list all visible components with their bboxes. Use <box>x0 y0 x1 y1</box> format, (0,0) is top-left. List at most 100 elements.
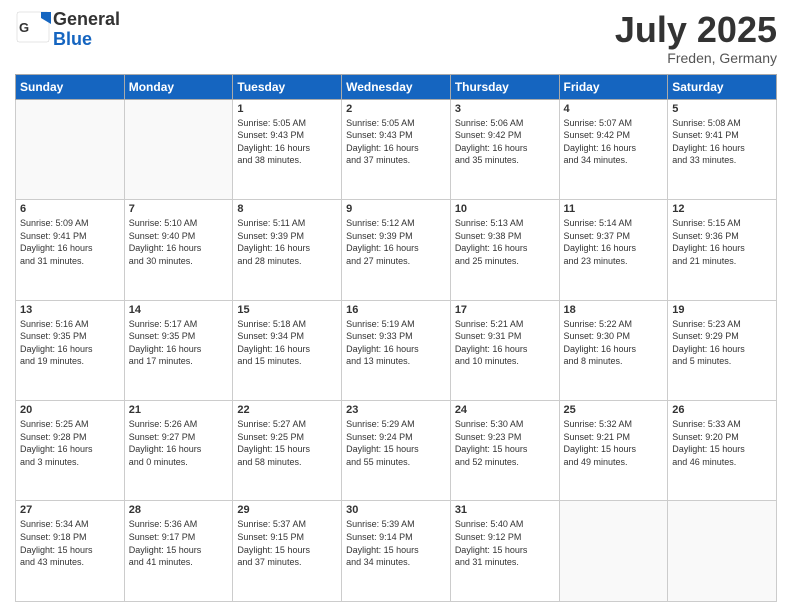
calendar-cell: 21Sunrise: 5:26 AM Sunset: 9:27 PM Dayli… <box>124 401 233 501</box>
month-title: July 2025 <box>615 10 777 50</box>
calendar-cell <box>668 501 777 602</box>
day-number: 11 <box>564 203 664 215</box>
header: G General Blue July 2025 Freden, Germany <box>15 10 777 66</box>
logo-text: General Blue <box>53 10 120 50</box>
day-info: Sunrise: 5:30 AM Sunset: 9:23 PM Dayligh… <box>455 418 555 468</box>
day-info: Sunrise: 5:27 AM Sunset: 9:25 PM Dayligh… <box>237 418 337 468</box>
calendar-week-row: 1 Sunrise: 5:05 AM Sunset: 9:43 PM Daylig… <box>16 99 777 199</box>
day-info: Sunrise: 5:05 AM Sunset: 9:43 PM Dayligh… <box>346 117 446 167</box>
day-header-sunday: Sunday <box>16 74 125 99</box>
calendar-cell: 6 Sunrise: 5:09 AM Sunset: 9:41 PM Daylig… <box>16 200 125 300</box>
day-number: 2 <box>346 103 446 115</box>
day-header-saturday: Saturday <box>668 74 777 99</box>
calendar-cell <box>16 99 125 199</box>
calendar-cell: 17 Sunrise: 5:21 AM Sunset: 9:31 PM Dayli… <box>450 300 559 400</box>
calendar-cell: 27 Sunrise: 5:34 AM Sunset: 9:18 PM Dayli… <box>16 501 125 602</box>
calendar-cell: 1 Sunrise: 5:05 AM Sunset: 9:43 PM Daylig… <box>233 99 342 199</box>
calendar-cell: 25 Sunrise: 5:32 AM Sunset: 9:21 PM Dayli… <box>559 401 668 501</box>
day-info: Sunrise: 5:37 AM Sunset: 9:15 PM Dayligh… <box>237 518 337 568</box>
day-number: 22 <box>237 404 337 416</box>
day-info: Sunrise: 5:12 AM Sunset: 9:39 PM Dayligh… <box>346 217 446 267</box>
day-number: 1 <box>237 103 337 115</box>
calendar-cell <box>559 501 668 602</box>
day-number: 25 <box>564 404 664 416</box>
day-number: 10 <box>455 203 555 215</box>
day-number: 27 <box>20 504 120 516</box>
day-header-thursday: Thursday <box>450 74 559 99</box>
day-number: 17 <box>455 304 555 316</box>
day-info: Sunrise: 5:06 AM Sunset: 9:42 PM Dayligh… <box>455 117 555 167</box>
day-number: 18 <box>564 304 664 316</box>
calendar-cell: 10Sunrise: 5:13 AM Sunset: 9:38 PM Dayli… <box>450 200 559 300</box>
day-info: Sunrise: 5:33 AM Sunset: 9:20 PM Dayligh… <box>672 418 772 468</box>
title-block: July 2025 Freden, Germany <box>615 10 777 66</box>
day-info: Sunrise: 5:26 AM Sunset: 9:27 PM Dayligh… <box>129 418 229 468</box>
calendar-cell: 15Sunrise: 5:18 AM Sunset: 9:34 PM Dayli… <box>233 300 342 400</box>
calendar-week-row: 27 Sunrise: 5:34 AM Sunset: 9:18 PM Dayli… <box>16 501 777 602</box>
calendar-cell: 7Sunrise: 5:10 AM Sunset: 9:40 PM Daylig… <box>124 200 233 300</box>
calendar-cell: 26Sunrise: 5:33 AM Sunset: 9:20 PM Dayli… <box>668 401 777 501</box>
day-info: Sunrise: 5:22 AM Sunset: 9:30 PM Dayligh… <box>564 318 664 368</box>
day-info: Sunrise: 5:07 AM Sunset: 9:42 PM Dayligh… <box>564 117 664 167</box>
day-number: 29 <box>237 504 337 516</box>
calendar-cell: 8 Sunrise: 5:11 AM Sunset: 9:39 PM Daylig… <box>233 200 342 300</box>
day-number: 31 <box>455 504 555 516</box>
day-info: Sunrise: 5:21 AM Sunset: 9:31 PM Dayligh… <box>455 318 555 368</box>
logo: G General Blue <box>15 10 120 50</box>
logo-blue-text: Blue <box>53 30 120 50</box>
calendar-cell: 30Sunrise: 5:39 AM Sunset: 9:14 PM Dayli… <box>342 501 451 602</box>
logo-general-text: General <box>53 10 120 30</box>
day-info: Sunrise: 5:23 AM Sunset: 9:29 PM Dayligh… <box>672 318 772 368</box>
day-info: Sunrise: 5:40 AM Sunset: 9:12 PM Dayligh… <box>455 518 555 568</box>
day-number: 19 <box>672 304 772 316</box>
calendar-cell: 28 Sunrise: 5:36 AM Sunset: 9:17 PM Dayli… <box>124 501 233 602</box>
day-info: Sunrise: 5:34 AM Sunset: 9:18 PM Dayligh… <box>20 518 120 568</box>
day-header-wednesday: Wednesday <box>342 74 451 99</box>
day-info: Sunrise: 5:11 AM Sunset: 9:39 PM Dayligh… <box>237 217 337 267</box>
calendar-cell: 13 Sunrise: 5:16 AM Sunset: 9:35 PM Dayli… <box>16 300 125 400</box>
day-info: Sunrise: 5:32 AM Sunset: 9:21 PM Dayligh… <box>564 418 664 468</box>
calendar-cell: 31 Sunrise: 5:40 AM Sunset: 9:12 PM Dayli… <box>450 501 559 602</box>
calendar-cell: 9 Sunrise: 5:12 AM Sunset: 9:39 PM Daylig… <box>342 200 451 300</box>
calendar-cell: 5 Sunrise: 5:08 AM Sunset: 9:41 PM Daylig… <box>668 99 777 199</box>
calendar-cell <box>124 99 233 199</box>
day-info: Sunrise: 5:14 AM Sunset: 9:37 PM Dayligh… <box>564 217 664 267</box>
calendar-cell: 29 Sunrise: 5:37 AM Sunset: 9:15 PM Dayli… <box>233 501 342 602</box>
calendar-cell: 4Sunrise: 5:07 AM Sunset: 9:42 PM Daylig… <box>559 99 668 199</box>
day-info: Sunrise: 5:16 AM Sunset: 9:35 PM Dayligh… <box>20 318 120 368</box>
day-number: 15 <box>237 304 337 316</box>
day-number: 9 <box>346 203 446 215</box>
day-number: 3 <box>455 103 555 115</box>
day-info: Sunrise: 5:05 AM Sunset: 9:43 PM Dayligh… <box>237 117 337 167</box>
day-info: Sunrise: 5:36 AM Sunset: 9:17 PM Dayligh… <box>129 518 229 568</box>
day-header-friday: Friday <box>559 74 668 99</box>
day-number: 24 <box>455 404 555 416</box>
day-info: Sunrise: 5:08 AM Sunset: 9:41 PM Dayligh… <box>672 117 772 167</box>
calendar-cell: 14 Sunrise: 5:17 AM Sunset: 9:35 PM Dayli… <box>124 300 233 400</box>
day-number: 13 <box>20 304 120 316</box>
day-info: Sunrise: 5:29 AM Sunset: 9:24 PM Dayligh… <box>346 418 446 468</box>
day-number: 8 <box>237 203 337 215</box>
calendar-cell: 20 Sunrise: 5:25 AM Sunset: 9:28 PM Dayli… <box>16 401 125 501</box>
calendar-week-row: 6 Sunrise: 5:09 AM Sunset: 9:41 PM Daylig… <box>16 200 777 300</box>
day-number: 5 <box>672 103 772 115</box>
calendar-cell: 23Sunrise: 5:29 AM Sunset: 9:24 PM Dayli… <box>342 401 451 501</box>
calendar-week-row: 13 Sunrise: 5:16 AM Sunset: 9:35 PM Dayli… <box>16 300 777 400</box>
day-number: 14 <box>129 304 229 316</box>
day-info: Sunrise: 5:19 AM Sunset: 9:33 PM Dayligh… <box>346 318 446 368</box>
svg-text:G: G <box>19 20 29 35</box>
calendar-cell: 18 Sunrise: 5:22 AM Sunset: 9:30 PM Dayli… <box>559 300 668 400</box>
day-number: 6 <box>20 203 120 215</box>
day-info: Sunrise: 5:17 AM Sunset: 9:35 PM Dayligh… <box>129 318 229 368</box>
day-info: Sunrise: 5:10 AM Sunset: 9:40 PM Dayligh… <box>129 217 229 267</box>
day-info: Sunrise: 5:25 AM Sunset: 9:28 PM Dayligh… <box>20 418 120 468</box>
calendar-cell: 12Sunrise: 5:15 AM Sunset: 9:36 PM Dayli… <box>668 200 777 300</box>
day-number: 20 <box>20 404 120 416</box>
logo-icon: G <box>15 10 51 50</box>
day-info: Sunrise: 5:09 AM Sunset: 9:41 PM Dayligh… <box>20 217 120 267</box>
calendar-cell: 24 Sunrise: 5:30 AM Sunset: 9:23 PM Dayli… <box>450 401 559 501</box>
calendar-cell: 11 Sunrise: 5:14 AM Sunset: 9:37 PM Dayli… <box>559 200 668 300</box>
day-header-tuesday: Tuesday <box>233 74 342 99</box>
day-number: 28 <box>129 504 229 516</box>
calendar-cell: 2 Sunrise: 5:05 AM Sunset: 9:43 PM Daylig… <box>342 99 451 199</box>
